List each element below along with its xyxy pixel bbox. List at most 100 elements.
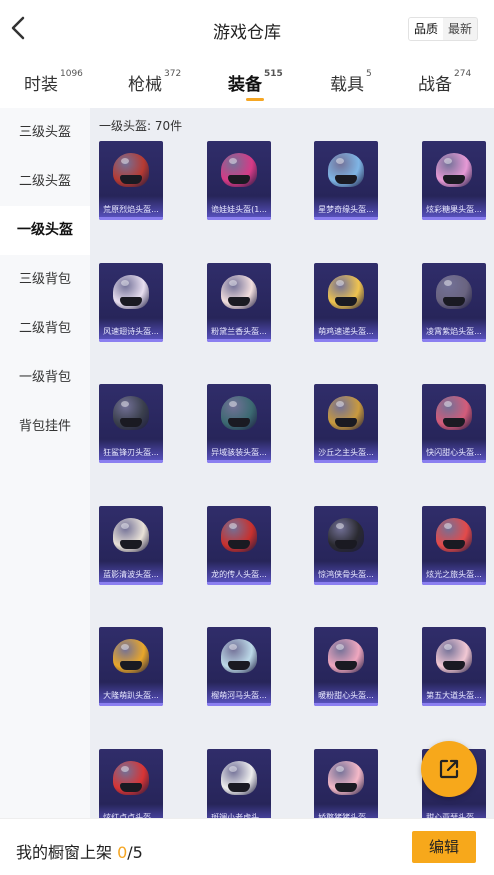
tab-supplies[interactable]: 战备274 [418, 69, 472, 95]
item-quality-bar [314, 217, 378, 220]
helmet-shine [336, 401, 344, 407]
tab-label: 时装 [24, 75, 58, 95]
item-card[interactable]: 龙的传人头盔... [207, 505, 271, 585]
sort-toggle: 品质 最新 [407, 17, 478, 41]
helmet-shine [444, 401, 452, 407]
helmet-shine [121, 279, 129, 286]
item-card[interactable]: 娇憨猪猪头盔... [314, 748, 378, 818]
item-name: 炫彩糖果头盔... [426, 205, 482, 214]
item-card[interactable]: 异域骇装头盔... [207, 384, 271, 463]
helmet-icon [328, 517, 364, 552]
item-name: 第五大道头盔... [426, 691, 482, 700]
helmet-shine [121, 158, 129, 164]
item-card[interactable]: 大隆萌趴头盔... [99, 627, 163, 706]
helmet-visor [443, 296, 465, 306]
helmet-visor [228, 175, 250, 184]
helmet-visor [335, 782, 357, 792]
item-name: 惊鸿侠骨头盔... [318, 569, 374, 579]
share-button[interactable] [421, 741, 477, 797]
item-card[interactable]: 荒原烈焰头盔... [99, 141, 163, 220]
tab-vehicles[interactable]: 载具5 [330, 69, 372, 95]
item-card[interactable]: 蓝影清波头盔... [99, 505, 163, 585]
item-name: 星梦奇缘头盔... [318, 205, 374, 214]
helmet-visor [228, 296, 250, 306]
sidebar-item-level3-backpack[interactable]: 三级背包 [0, 255, 90, 304]
helmet-shine [336, 522, 344, 529]
helmet-icon [113, 639, 149, 673]
item-card[interactable]: 凌霄紫焰头盔... [422, 262, 486, 342]
item-quality-bar [99, 338, 163, 342]
item-card[interactable]: 星梦奇缘头盔... [314, 141, 378, 220]
footer-bar: 我的橱窗上架 0/5 编辑 [0, 818, 494, 875]
item-card[interactable]: 惊鸿侠骨头盔... [314, 505, 378, 585]
item-quality-bar [314, 703, 378, 706]
sidebar-item-level2-helmet[interactable]: 二级头盔 [0, 157, 90, 206]
tab-fashion[interactable]: 时装1096 [24, 69, 83, 95]
item-card[interactable]: 快闪甜心头盔... [422, 384, 486, 463]
item-quality-bar [422, 217, 486, 220]
sidebar-item-backpack-charm[interactable]: 背包挂件 [0, 402, 90, 451]
tab-equipment[interactable]: 装备515 [228, 69, 283, 101]
item-quality-bar [207, 217, 271, 220]
sort-newest-button[interactable]: 最新 [443, 18, 477, 40]
item-quality-bar [207, 703, 271, 706]
item-card[interactable]: 粉黛兰香头盔... [207, 262, 271, 342]
helmet-visor [120, 661, 142, 670]
sidebar-item-level3-helmet[interactable]: 三级头盔 [0, 108, 90, 157]
sidebar-item-level2-backpack[interactable]: 二级背包 [0, 304, 90, 353]
helmet-shine [229, 644, 237, 650]
item-card[interactable]: 萌鸡速递头盔... [314, 262, 378, 342]
tab-weapons[interactable]: 枪械372 [128, 69, 181, 95]
item-name: 萌鸡速递头盔... [318, 326, 374, 336]
helmet-visor [335, 418, 357, 427]
helmet-shine [121, 401, 129, 407]
helmet-visor [120, 782, 142, 792]
item-name: 狂鲨锋刃头盔... [103, 448, 159, 457]
item-card[interactable]: 炫光之旅头盔... [422, 505, 486, 585]
helmet-icon [328, 639, 364, 673]
helmet-icon [113, 396, 149, 430]
helmet-shine [444, 279, 452, 286]
edit-button[interactable]: 编辑 [412, 831, 476, 863]
helmet-shine [444, 158, 452, 164]
item-name: 诡娃娃头盔(1... [211, 205, 267, 214]
helmet-icon [436, 639, 472, 673]
item-card[interactable]: 炫红点点头盔... [99, 748, 163, 818]
helmet-shine [336, 158, 344, 164]
section-title: 一级头盔: 70件 [99, 119, 183, 133]
helmet-shine [336, 279, 344, 286]
helmet-icon [113, 517, 149, 552]
item-card[interactable]: 诡娃娃头盔(1... [207, 141, 271, 220]
helmet-icon [221, 760, 257, 795]
tab-count: 274 [454, 69, 472, 80]
item-card[interactable]: 沙丘之主头盔... [314, 384, 378, 463]
item-card[interactable]: 炫彩糖果头盔... [422, 141, 486, 220]
item-card[interactable]: 风速翅诗头盔... [99, 262, 163, 342]
tab-label: 装备 [228, 75, 262, 95]
item-card[interactable]: 暖粉甜心头盔... [314, 627, 378, 706]
item-quality-bar [99, 581, 163, 585]
sidebar-item-level1-helmet[interactable]: 一级头盔 [0, 206, 90, 255]
helmet-visor [335, 175, 357, 184]
sort-quality-button[interactable]: 品质 [408, 18, 443, 40]
item-content-area[interactable]: 一级头盔: 70件 荒原烈焰头盔... 诡娃娃头盔(1... 星梦奇缘头盔... 炫彩… [90, 108, 494, 818]
item-quality-bar [422, 338, 486, 342]
item-name: 凌霄紫焰头盔... [426, 326, 482, 336]
item-name: 风速翅诗头盔... [103, 326, 159, 336]
helmet-visor [120, 175, 142, 184]
item-quality-bar [207, 338, 271, 342]
item-card[interactable]: 榴萌河马头盔... [207, 627, 271, 706]
item-card[interactable]: 狂鲨锋刃头盔... [99, 384, 163, 463]
helmet-visor [228, 782, 250, 792]
helmet-icon [436, 274, 472, 309]
item-card[interactable]: 第五大道头盔... [422, 627, 486, 706]
helmet-shine [121, 644, 129, 650]
sidebar-item-level1-backpack[interactable]: 一级背包 [0, 353, 90, 402]
helmet-icon [436, 517, 472, 552]
showcase-status: 我的橱窗上架 0/5 [16, 839, 143, 863]
helmet-icon [328, 396, 364, 430]
tab-count: 5 [366, 69, 372, 80]
item-card[interactable]: 斑斓小老虎头... [207, 748, 271, 818]
helmet-shine [229, 279, 237, 286]
tab-count: 1096 [60, 69, 83, 80]
